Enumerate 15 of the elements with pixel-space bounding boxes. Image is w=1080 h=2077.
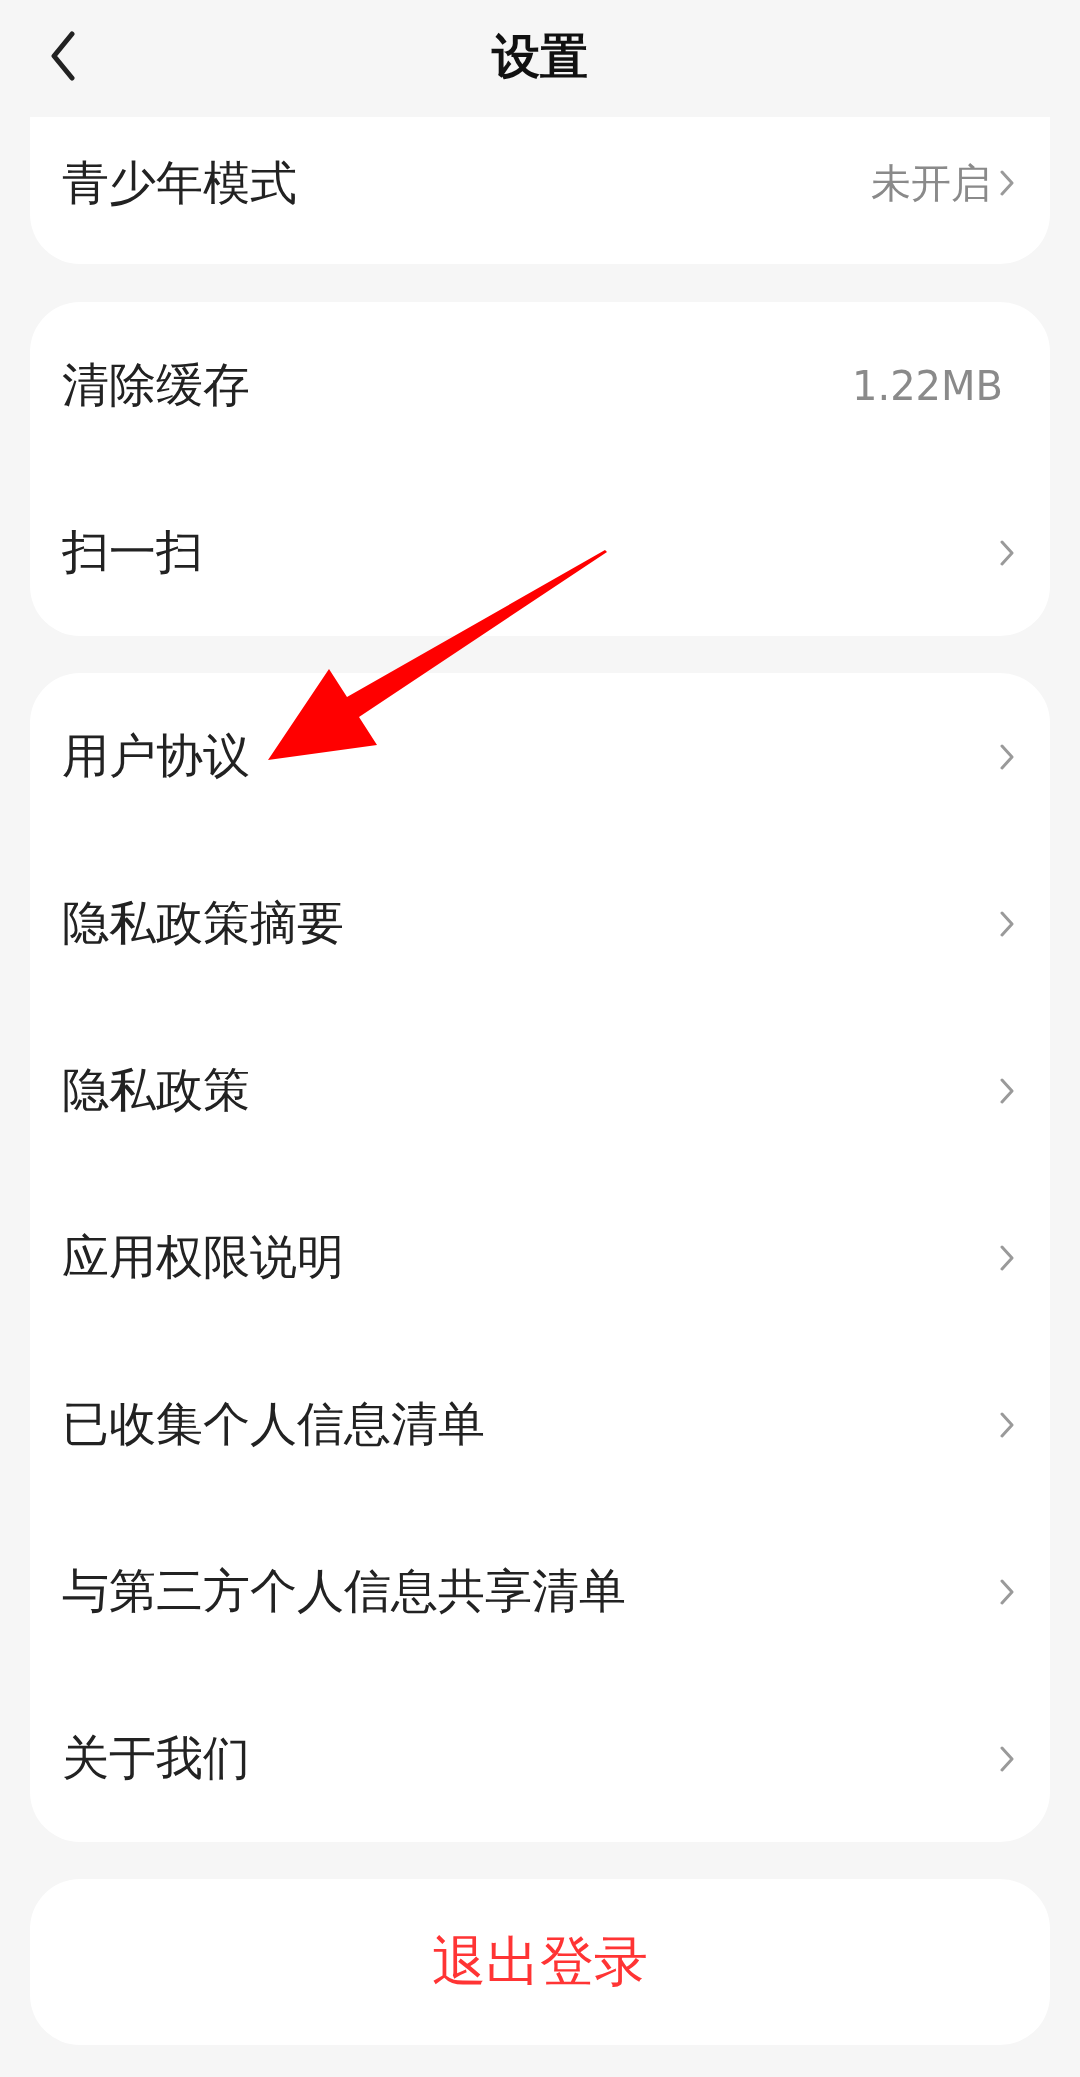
menu-item-label[interactable]: 用户协议 — [62, 728, 250, 785]
logout-button[interactable]: 退出登录 — [30, 1879, 1050, 2045]
menu-item-label[interactable]: 已收集个人信息清单 — [62, 1396, 485, 1453]
menu-item-label[interactable]: 关于我们 — [62, 1730, 250, 1787]
menu-item-label[interactable]: 应用权限说明 — [62, 1229, 344, 1286]
menu-item-label[interactable]: 隐私政策 — [62, 1062, 250, 1119]
value-text: 1.22MB — [852, 361, 1003, 410]
page-title: 设置 — [492, 27, 588, 86]
menu-item-label[interactable]: 清除缓存 — [62, 357, 250, 414]
menu-item-label[interactable]: 隐私政策摘要 — [62, 895, 344, 952]
menu-item-label[interactable]: 与第三方个人信息共享清单 — [62, 1563, 626, 1620]
menu-item-label[interactable]: 青少年模式 — [62, 154, 297, 212]
value-text: 未开启 — [871, 159, 991, 207]
back-icon[interactable] — [50, 31, 76, 81]
menu-item-label[interactable]: 扫一扫 — [62, 524, 203, 581]
